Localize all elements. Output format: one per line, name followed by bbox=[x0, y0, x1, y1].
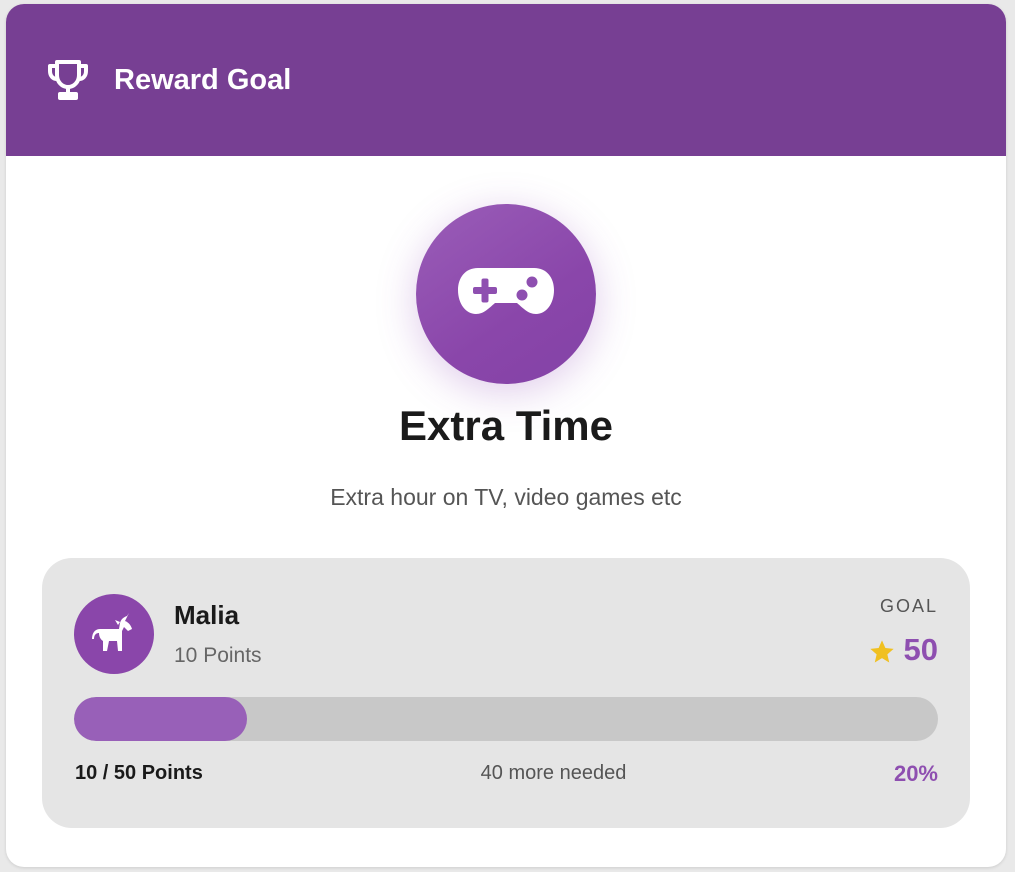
reward-goal-card: Reward Goal Extra Time Extra hour on TV,… bbox=[6, 4, 1006, 867]
reward-title: Extra Time bbox=[399, 402, 613, 449]
progress-remaining: 40 more needed bbox=[480, 762, 627, 784]
kid-avatar bbox=[74, 594, 154, 674]
kid-points: 10 Points bbox=[174, 644, 262, 667]
header-title: Reward Goal bbox=[114, 63, 292, 96]
star-icon bbox=[868, 638, 896, 666]
goal-value: 50 bbox=[903, 632, 938, 667]
trophy-icon bbox=[44, 56, 92, 104]
reward-icon-circle bbox=[416, 204, 596, 384]
progress-bar-fill bbox=[74, 697, 247, 741]
reward-description: Extra hour on TV, video games etc bbox=[330, 484, 682, 510]
unicorn-icon bbox=[91, 611, 137, 658]
goal-value-group: 50 bbox=[868, 632, 938, 668]
card-header: Reward Goal bbox=[6, 4, 1006, 156]
kid-name: Malia bbox=[174, 600, 240, 630]
progress-bar bbox=[74, 697, 938, 741]
goal-label: GOAL bbox=[879, 596, 938, 616]
progress-percent: 20% bbox=[893, 761, 938, 786]
gamepad-icon bbox=[456, 262, 556, 327]
progress-card: Malia 10 Points GOAL 50 10 / 50 Points 4… bbox=[42, 558, 970, 828]
